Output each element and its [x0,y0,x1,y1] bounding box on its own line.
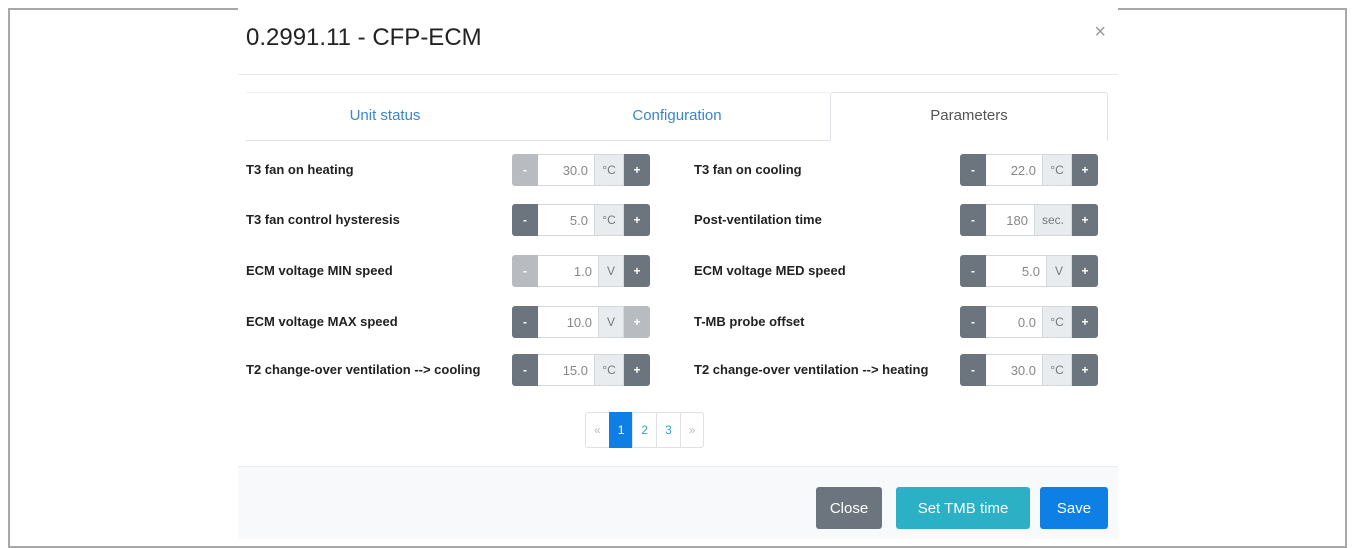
value-field[interactable]: 5.0 [986,255,1046,287]
increment-button[interactable]: + [624,354,650,386]
decrement-button[interactable]: - [960,204,986,236]
param-label: T3 fan on cooling [694,162,802,177]
param-label: T3 fan on heating [246,162,354,177]
increment-button[interactable]: + [624,306,650,338]
value-field[interactable]: 0.0 [986,306,1042,338]
param-ecm-min-speed: ECM voltage MIN speed - 1.0 V + [246,255,656,287]
param-label: ECM voltage MAX speed [246,314,398,329]
decrement-button[interactable]: - [960,354,986,386]
modal-footer: Close Set TMB time Save [238,466,1118,539]
page-prev[interactable]: « [585,412,610,448]
param-t3-fan-hysteresis: T3 fan control hysteresis - 5.0 °C + [246,204,656,236]
value-stepper: - 30.0 °C + [512,154,650,186]
param-label: Post-ventilation time [694,212,822,227]
value-field[interactable]: 180 [986,204,1034,236]
unit-label: V [598,255,624,287]
modal-header: 0.2991.11 - CFP-ECM × [238,8,1118,75]
increment-button[interactable]: + [1072,204,1098,236]
param-label: T2 change-over ventilation --> cooling [246,362,481,377]
param-t3-fan-cooling: T3 fan on cooling - 22.0 °C + [694,154,1108,186]
value-stepper: - 5.0 °C + [512,204,650,236]
unit-label: °C [594,154,624,186]
set-tmb-time-button[interactable]: Set TMB time [896,487,1030,529]
unit-label: V [1046,255,1072,287]
value-field[interactable]: 22.0 [986,154,1042,186]
value-stepper: - 1.0 V + [512,255,650,287]
value-stepper: - 5.0 V + [960,255,1098,287]
close-icon[interactable]: × [1094,22,1106,42]
unit-label: °C [594,354,624,386]
param-label: T2 change-over ventilation --> heating [694,362,929,377]
value-stepper: - 15.0 °C + [512,354,650,386]
page-2[interactable]: 2 [632,412,658,448]
value-field[interactable]: 10.0 [538,306,598,338]
decrement-button[interactable]: - [512,306,538,338]
modal-title: 0.2991.11 - CFP-ECM [246,24,482,51]
increment-button[interactable]: + [1072,255,1098,287]
decrement-button[interactable]: - [512,154,538,186]
value-field[interactable]: 15.0 [538,354,594,386]
save-button[interactable]: Save [1040,487,1108,529]
unit-label: °C [1042,354,1072,386]
page-3[interactable]: 3 [656,412,681,448]
increment-button[interactable]: + [1072,354,1098,386]
decrement-button[interactable]: - [960,255,986,287]
param-tmb-probe-offset: T-MB probe offset - 0.0 °C + [694,306,1108,338]
unit-label: °C [1042,306,1072,338]
page-next[interactable]: » [679,412,705,448]
param-t3-fan-heating: T3 fan on heating - 30.0 °C + [246,154,656,186]
unit-label: °C [1042,154,1072,186]
close-button[interactable]: Close [816,487,882,529]
decrement-button[interactable]: - [512,204,538,236]
param-label: ECM voltage MED speed [694,263,846,278]
decrement-button[interactable]: - [512,354,538,386]
tab-parameters[interactable]: Parameters [830,92,1108,141]
param-post-ventilation-time: Post-ventilation time - 180 sec. + [694,204,1108,236]
value-field[interactable]: 5.0 [538,204,594,236]
value-stepper: - 180 sec. + [960,204,1098,236]
increment-button[interactable]: + [1072,154,1098,186]
value-stepper: - 30.0 °C + [960,354,1098,386]
unit-label: V [598,306,624,338]
tab-configuration[interactable]: Configuration [524,92,830,139]
value-field[interactable]: 30.0 [538,154,594,186]
increment-button[interactable]: + [624,204,650,236]
param-t2-changeover-cooling: T2 change-over ventilation --> cooling -… [246,354,656,386]
unit-label: sec. [1034,204,1072,236]
increment-button[interactable]: + [1072,306,1098,338]
param-ecm-max-speed: ECM voltage MAX speed - 10.0 V + [246,306,656,338]
value-field[interactable]: 1.0 [538,255,598,287]
page-1[interactable]: 1 [608,412,634,448]
param-label: ECM voltage MIN speed [246,263,393,278]
decrement-button[interactable]: - [960,306,986,338]
decrement-button[interactable]: - [960,154,986,186]
value-stepper: - 22.0 °C + [960,154,1098,186]
unit-label: °C [594,204,624,236]
increment-button[interactable]: + [624,154,650,186]
param-label: T-MB probe offset [694,314,805,329]
param-label: T3 fan control hysteresis [246,212,400,227]
param-ecm-med-speed: ECM voltage MED speed - 5.0 V + [694,255,1108,287]
value-stepper: - 10.0 V + [512,306,650,338]
tab-bar: Unit status Configuration Parameters [246,92,1108,141]
parameters-modal: 0.2991.11 - CFP-ECM × Unit status Config… [238,8,1118,539]
pagination: « 1 2 3 » [585,412,705,448]
decrement-button[interactable]: - [512,255,538,287]
param-t2-changeover-heating: T2 change-over ventilation --> heating -… [694,354,1108,386]
increment-button[interactable]: + [624,255,650,287]
tab-unit-status[interactable]: Unit status [246,92,524,139]
value-stepper: - 0.0 °C + [960,306,1098,338]
value-field[interactable]: 30.0 [986,354,1042,386]
